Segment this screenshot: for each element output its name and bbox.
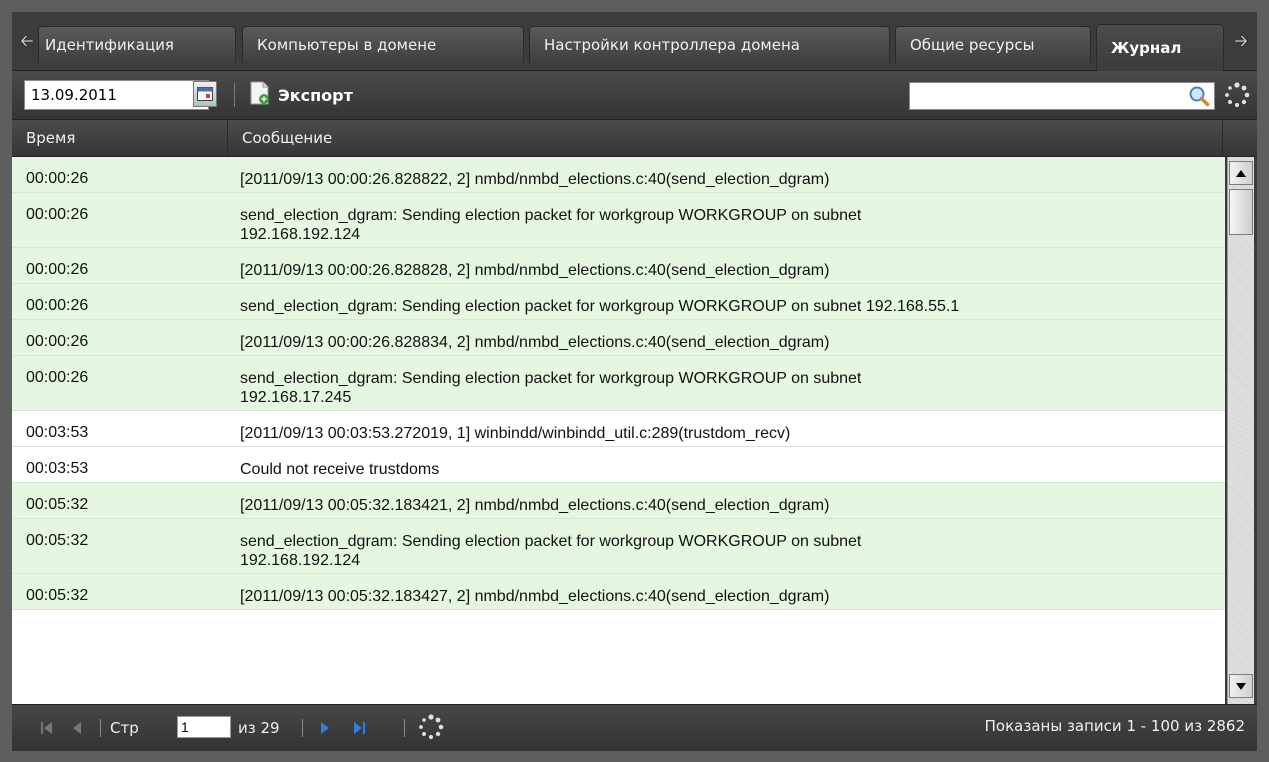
- tab-label: Идентификация: [45, 36, 174, 54]
- tab-bar: 🡠 Идентификация Компьютеры в домене Наст…: [12, 12, 1257, 71]
- tab-domain-controller-settings[interactable]: Настройки контроллера домена: [529, 26, 890, 63]
- message-line: [2011/09/13 00:00:26.828834, 2] nmbd/nmb…: [240, 334, 830, 351]
- scrollbar-thumb[interactable]: [1229, 189, 1253, 235]
- time-cell: 00:00:26: [26, 206, 89, 223]
- pagination-bar: Стр из 29 Показаны записи 1 - 100 из 286…: [12, 704, 1257, 751]
- message-cell: [2011/09/13 00:00:26.828834, 2] nmbd/nmb…: [228, 320, 1225, 355]
- message-cell: send_election_dgram: Sending election pa…: [228, 193, 1225, 247]
- calendar-icon[interactable]: [193, 81, 217, 107]
- table-row[interactable]: 00:05:32 [2011/09/13 00:05:32.183421, 2]…: [12, 483, 1225, 519]
- table-row[interactable]: 00:00:26 [2011/09/13 00:00:26.828822, 2]…: [12, 157, 1225, 193]
- tab-label: Общие ресурсы: [910, 36, 1035, 54]
- time-cell: 00:03:53: [26, 424, 89, 441]
- time-cell: 00:05:32: [26, 496, 89, 513]
- message-line: [2011/09/13 00:05:32.183421, 2] nmbd/nmb…: [240, 497, 830, 514]
- message-line: [2011/09/13 00:05:32.183427, 2] nmbd/nmb…: [240, 588, 830, 605]
- pager-divider: [302, 719, 303, 737]
- tab-journal[interactable]: Журнал: [1096, 24, 1224, 71]
- tab-label: Настройки контроллера домена: [544, 36, 800, 54]
- message-line: [2011/09/13 00:00:26.828822, 2] nmbd/nmb…: [240, 171, 830, 188]
- message-cell: [2011/09/13 00:05:32.183421, 2] nmbd/nmb…: [228, 483, 1225, 518]
- time-cell: 00:00:26: [26, 261, 89, 278]
- loading-spinner-icon[interactable]: [1224, 82, 1250, 108]
- message-cell: [2011/09/13 00:05:32.183427, 2] nmbd/nmb…: [228, 574, 1225, 609]
- export-button[interactable]: Экспорт: [250, 78, 353, 112]
- pager-divider: [100, 719, 101, 737]
- table-row[interactable]: 00:03:53 [2011/09/13 00:03:53.272019, 1]…: [12, 411, 1225, 447]
- toolbar: Экспорт: [12, 71, 1257, 120]
- tab-domain-computers[interactable]: Компьютеры в домене: [242, 26, 524, 63]
- message-cell: send_election_dgram: Sending election pa…: [228, 519, 1225, 573]
- column-header-label: Время: [26, 129, 76, 147]
- message-line: 192.168.192.124: [240, 552, 361, 569]
- toolbar-divider: [234, 83, 235, 107]
- message-cell: [2011/09/13 00:00:26.828828, 2] nmbd/nmb…: [228, 248, 1225, 283]
- message-line: [2011/09/13 00:00:26.828828, 2] nmbd/nmb…: [240, 262, 830, 279]
- message-line: Could not receive trustdoms: [240, 461, 440, 478]
- message-cell: [2011/09/13 00:00:26.828822, 2] nmbd/nmb…: [228, 157, 1225, 192]
- first-page-icon[interactable]: [40, 717, 54, 739]
- message-line: send_election_dgram: Sending election pa…: [240, 298, 960, 315]
- message-line: send_election_dgram: Sending election pa…: [240, 533, 862, 550]
- journal-panel: 🡠 Идентификация Компьютеры в домене Наст…: [12, 12, 1257, 751]
- message-cell: send_election_dgram: Sending election pa…: [228, 356, 1225, 410]
- message-cell: Could not receive trustdoms: [228, 447, 1225, 482]
- pager-divider: [404, 719, 405, 737]
- table-row[interactable]: 00:00:26 [2011/09/13 00:00:26.828828, 2]…: [12, 248, 1225, 284]
- time-cell: 00:00:26: [26, 369, 89, 386]
- tab-label: Компьютеры в домене: [257, 36, 437, 54]
- column-header-label: Сообщение: [242, 129, 333, 147]
- time-cell: 00:05:32: [26, 587, 89, 604]
- message-line: send_election_dgram: Sending election pa…: [240, 370, 862, 387]
- tab-scroll-right-icon[interactable]: 🡢: [1228, 26, 1254, 60]
- last-page-icon[interactable]: [352, 717, 366, 739]
- tab-shared-resources[interactable]: Общие ресурсы: [895, 26, 1091, 63]
- scroll-up-icon[interactable]: [1229, 161, 1253, 185]
- table-row[interactable]: 00:05:32 [2011/09/13 00:05:32.183427, 2]…: [12, 574, 1225, 610]
- time-cell: 00:03:53: [26, 460, 89, 477]
- time-cell: 00:05:32: [26, 532, 89, 549]
- tab-scroll-left-icon[interactable]: 🡠: [14, 26, 40, 60]
- tab-label: Журнал: [1111, 39, 1182, 57]
- table-row[interactable]: 00:00:26 [2011/09/13 00:00:26.828834, 2]…: [12, 320, 1225, 356]
- table-row[interactable]: 00:00:26 send_election_dgram: Sending el…: [12, 284, 1225, 320]
- scroll-down-icon[interactable]: [1229, 674, 1253, 698]
- message-line: [2011/09/13 00:03:53.272019, 1] winbindd…: [240, 425, 791, 442]
- table-row[interactable]: 00:03:53 Could not receive trustdoms: [12, 447, 1225, 483]
- search-input[interactable]: [909, 82, 1215, 110]
- message-cell: send_election_dgram: Sending election pa…: [228, 284, 1225, 319]
- vertical-scrollbar[interactable]: [1227, 157, 1254, 704]
- next-page-icon[interactable]: [320, 717, 330, 739]
- export-document-icon: [250, 81, 270, 109]
- refresh-icon[interactable]: [418, 714, 444, 740]
- export-label: Экспорт: [278, 85, 353, 105]
- page-label: Стр: [110, 719, 139, 737]
- message-line: send_election_dgram: Sending election pa…: [240, 207, 862, 224]
- magnifier-icon[interactable]: [1188, 85, 1210, 107]
- tab-identification[interactable]: Идентификация: [38, 26, 236, 63]
- table-row[interactable]: 00:00:26 send_election_dgram: Sending el…: [12, 356, 1225, 411]
- page-number-input[interactable]: [177, 716, 231, 738]
- date-field[interactable]: [24, 80, 209, 110]
- grid-header: Время Сообщение: [12, 120, 1257, 157]
- column-header-message[interactable]: Сообщение: [228, 120, 1223, 156]
- page-count-label: из 29: [238, 719, 280, 737]
- message-line: 192.168.17.245: [240, 389, 352, 406]
- message-cell: [2011/09/13 00:03:53.272019, 1] winbindd…: [228, 411, 1225, 446]
- message-line: 192.168.192.124: [240, 226, 361, 243]
- table-row[interactable]: 00:05:32 send_election_dgram: Sending el…: [12, 519, 1225, 574]
- time-cell: 00:00:26: [26, 333, 89, 350]
- prev-page-icon[interactable]: [72, 717, 82, 739]
- column-header-time[interactable]: Время: [12, 120, 228, 156]
- time-cell: 00:00:26: [26, 297, 89, 314]
- records-info: Показаны записи 1 - 100 из 2862: [984, 717, 1245, 735]
- log-grid: 00:00:26 [2011/09/13 00:00:26.828822, 2]…: [12, 157, 1225, 704]
- table-row[interactable]: 00:00:26 send_election_dgram: Sending el…: [12, 193, 1225, 248]
- time-cell: 00:00:26: [26, 170, 89, 187]
